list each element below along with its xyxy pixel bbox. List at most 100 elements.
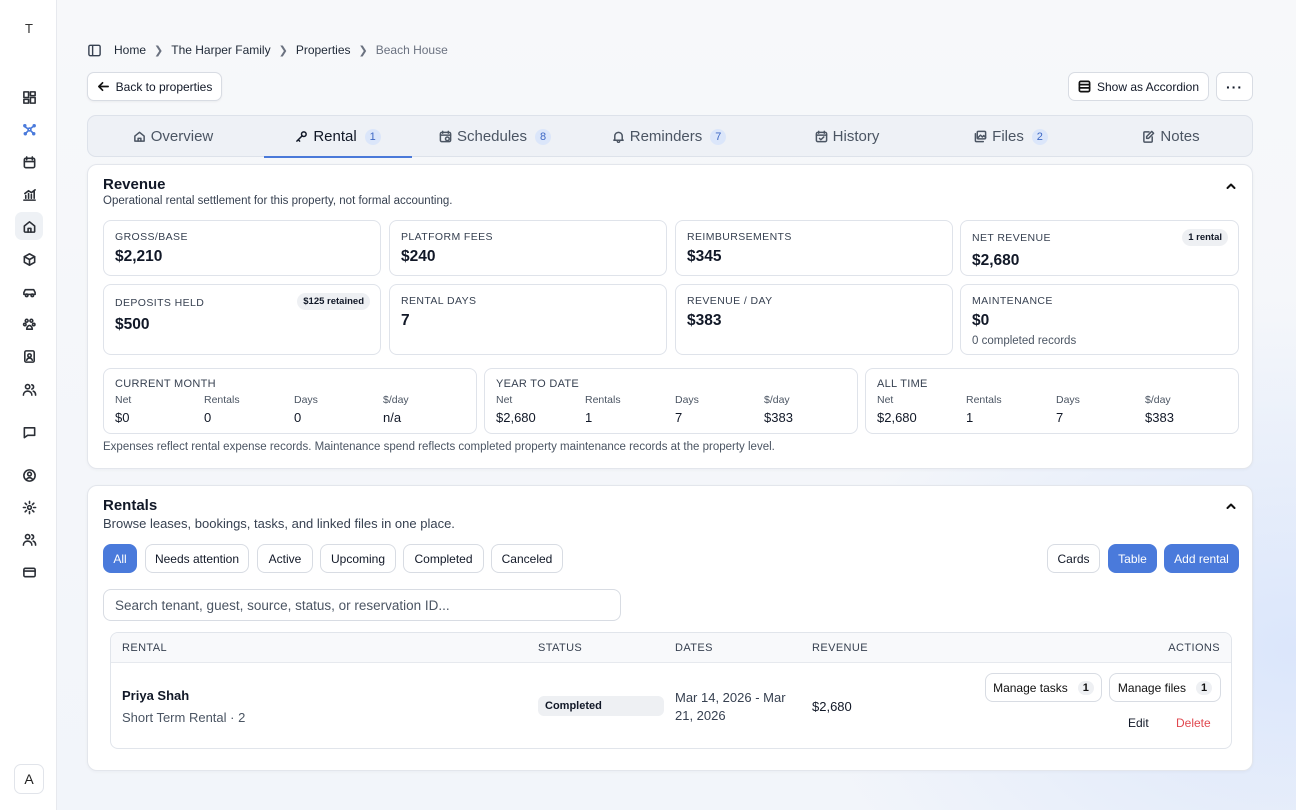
- back-to-properties-button[interactable]: Back to properties: [87, 72, 222, 101]
- period-col-key: Rentals: [585, 394, 621, 406]
- home-icon[interactable]: [15, 212, 43, 240]
- stat-value: $240: [401, 248, 436, 265]
- people-icon[interactable]: [15, 375, 43, 403]
- tab-schedules[interactable]: Schedules 8: [420, 116, 570, 157]
- tab-count-badge: 2: [1031, 128, 1048, 145]
- breadcrumb-family[interactable]: The Harper Family: [171, 43, 270, 57]
- stat-value: 7: [401, 312, 410, 329]
- rental-revenue: $2,680: [812, 699, 852, 714]
- tab-bar: Overview Rental 1 Schedules 8 Reminders …: [87, 115, 1253, 158]
- more-options-button[interactable]: ···: [1216, 72, 1253, 101]
- calendar-clock-icon: [439, 130, 452, 143]
- settings-icon[interactable]: [15, 493, 43, 521]
- workspace-switcher[interactable]: T: [16, 15, 42, 41]
- period-col-value: 7: [1056, 410, 1064, 425]
- users-icon[interactable]: [15, 525, 43, 553]
- manage-tasks-button[interactable]: Manage tasks 1: [985, 673, 1102, 702]
- period-label: Year to date: [496, 378, 580, 390]
- tab-reminders[interactable]: Reminders 7: [590, 116, 748, 157]
- column-header-status: Status: [538, 642, 583, 654]
- dashboard-icon[interactable]: [15, 83, 43, 111]
- rentals-title: Rentals: [103, 497, 158, 514]
- sparkle-icon[interactable]: [15, 115, 43, 143]
- add-rental-button[interactable]: Add rental: [1164, 544, 1239, 573]
- table-header: Rental Status Dates Revenue Actions: [111, 633, 1231, 663]
- filter-all[interactable]: All: [103, 544, 137, 573]
- rental-dates-line2: 21, 2026: [675, 708, 726, 723]
- retained-pill: $125 retained: [297, 293, 370, 310]
- tab-rental[interactable]: Rental 1: [264, 116, 412, 158]
- stat-label: Gross/Base: [115, 231, 188, 243]
- calendar-icon[interactable]: [15, 148, 43, 176]
- filter-canceled[interactable]: Canceled: [491, 544, 563, 573]
- period-col-key: Days: [675, 394, 699, 406]
- tab-history[interactable]: History: [768, 116, 926, 157]
- period-col-key: Days: [1056, 394, 1080, 406]
- tab-notes[interactable]: Notes: [1094, 116, 1248, 157]
- note-edit-icon: [1143, 130, 1155, 143]
- tab-files[interactable]: Files 2: [934, 116, 1088, 157]
- filter-needs-attention[interactable]: Needs attention: [145, 544, 249, 573]
- rental-dates-line1: Mar 14, 2026 - Mar: [675, 690, 786, 705]
- edit-link[interactable]: Edit: [1128, 716, 1149, 730]
- show-as-accordion-button[interactable]: Show as Accordion: [1068, 72, 1209, 101]
- filter-upcoming[interactable]: Upcoming: [320, 544, 396, 573]
- tab-label: Overview: [150, 128, 214, 145]
- breadcrumb-home[interactable]: Home: [114, 43, 146, 57]
- period-label: All time: [877, 378, 928, 390]
- period-col-value: $2,680: [496, 410, 536, 425]
- chart-icon[interactable]: [15, 180, 43, 208]
- column-header-revenue: Revenue: [812, 642, 868, 654]
- tab-count-badge: 8: [535, 128, 552, 145]
- stat-value: $2,210: [115, 248, 163, 265]
- rental-search-input[interactable]: [103, 589, 621, 621]
- stat-label: Revenue / day: [687, 295, 773, 307]
- stat-value: $0: [972, 312, 990, 329]
- manage-files-button[interactable]: Manage files 1: [1109, 673, 1221, 702]
- stat-value: $345: [687, 248, 722, 265]
- view-cards-button[interactable]: Cards: [1047, 544, 1100, 573]
- home-icon: [133, 131, 145, 142]
- arrow-left-icon: [97, 81, 109, 92]
- stat-label: Net revenue: [972, 232, 1051, 244]
- credit-card-icon[interactable]: [15, 558, 43, 586]
- period-col-value: $0: [115, 410, 130, 425]
- filter-completed[interactable]: Completed: [403, 544, 484, 573]
- collapse-chevron-icon[interactable]: [1224, 499, 1238, 513]
- period-col-value: $383: [764, 410, 793, 425]
- tab-label: Reminders: [629, 128, 703, 145]
- stat-value: $500: [115, 316, 150, 333]
- tab-overview[interactable]: Overview: [89, 116, 257, 157]
- rental-count-pill: 1 rental: [1182, 229, 1228, 246]
- period-col-key: Rentals: [204, 394, 240, 406]
- stat-deposits-held: Deposits held $125 retained $500: [103, 284, 381, 355]
- file-count-badge: 1: [1195, 680, 1213, 695]
- period-all-time: All time Net $2,680 Rentals 1 Days 7 $/day $…: [865, 368, 1239, 434]
- pets-icon[interactable]: [15, 310, 43, 338]
- column-header-actions: Actions: [1168, 642, 1220, 654]
- revenue-card: Revenue Operational rental settlement fo…: [87, 164, 1253, 469]
- delete-link[interactable]: Delete: [1176, 716, 1211, 730]
- stat-label: Platform fees: [401, 231, 493, 243]
- contact-card-icon[interactable]: [15, 342, 43, 370]
- breadcrumb-properties[interactable]: Properties: [296, 43, 351, 57]
- period-col-value: 1: [585, 410, 593, 425]
- stat-label: Rental days: [401, 295, 477, 307]
- message-icon[interactable]: [15, 418, 43, 446]
- view-table-button[interactable]: Table: [1108, 544, 1157, 573]
- sidebar-toggle-icon[interactable]: [87, 43, 102, 58]
- rental-name[interactable]: Priya Shah: [122, 688, 189, 703]
- period-col-value: $383: [1145, 410, 1174, 425]
- collapse-chevron-icon[interactable]: [1224, 179, 1238, 193]
- user-avatar[interactable]: A: [14, 764, 44, 794]
- filter-active[interactable]: Active: [257, 544, 313, 573]
- stat-value: $383: [687, 312, 722, 329]
- stat-reimbursements: Reimbursements $345: [675, 220, 953, 276]
- box-icon[interactable]: [15, 245, 43, 273]
- list-layout-icon: [1078, 80, 1091, 93]
- breadcrumb: Home ❯ The Harper Family ❯ Properties ❯ …: [87, 42, 448, 58]
- user-circle-icon[interactable]: [15, 461, 43, 489]
- bell-icon: [612, 131, 624, 143]
- stat-maintenance: Maintenance $0 0 completed records: [960, 284, 1239, 355]
- car-icon[interactable]: [15, 278, 43, 306]
